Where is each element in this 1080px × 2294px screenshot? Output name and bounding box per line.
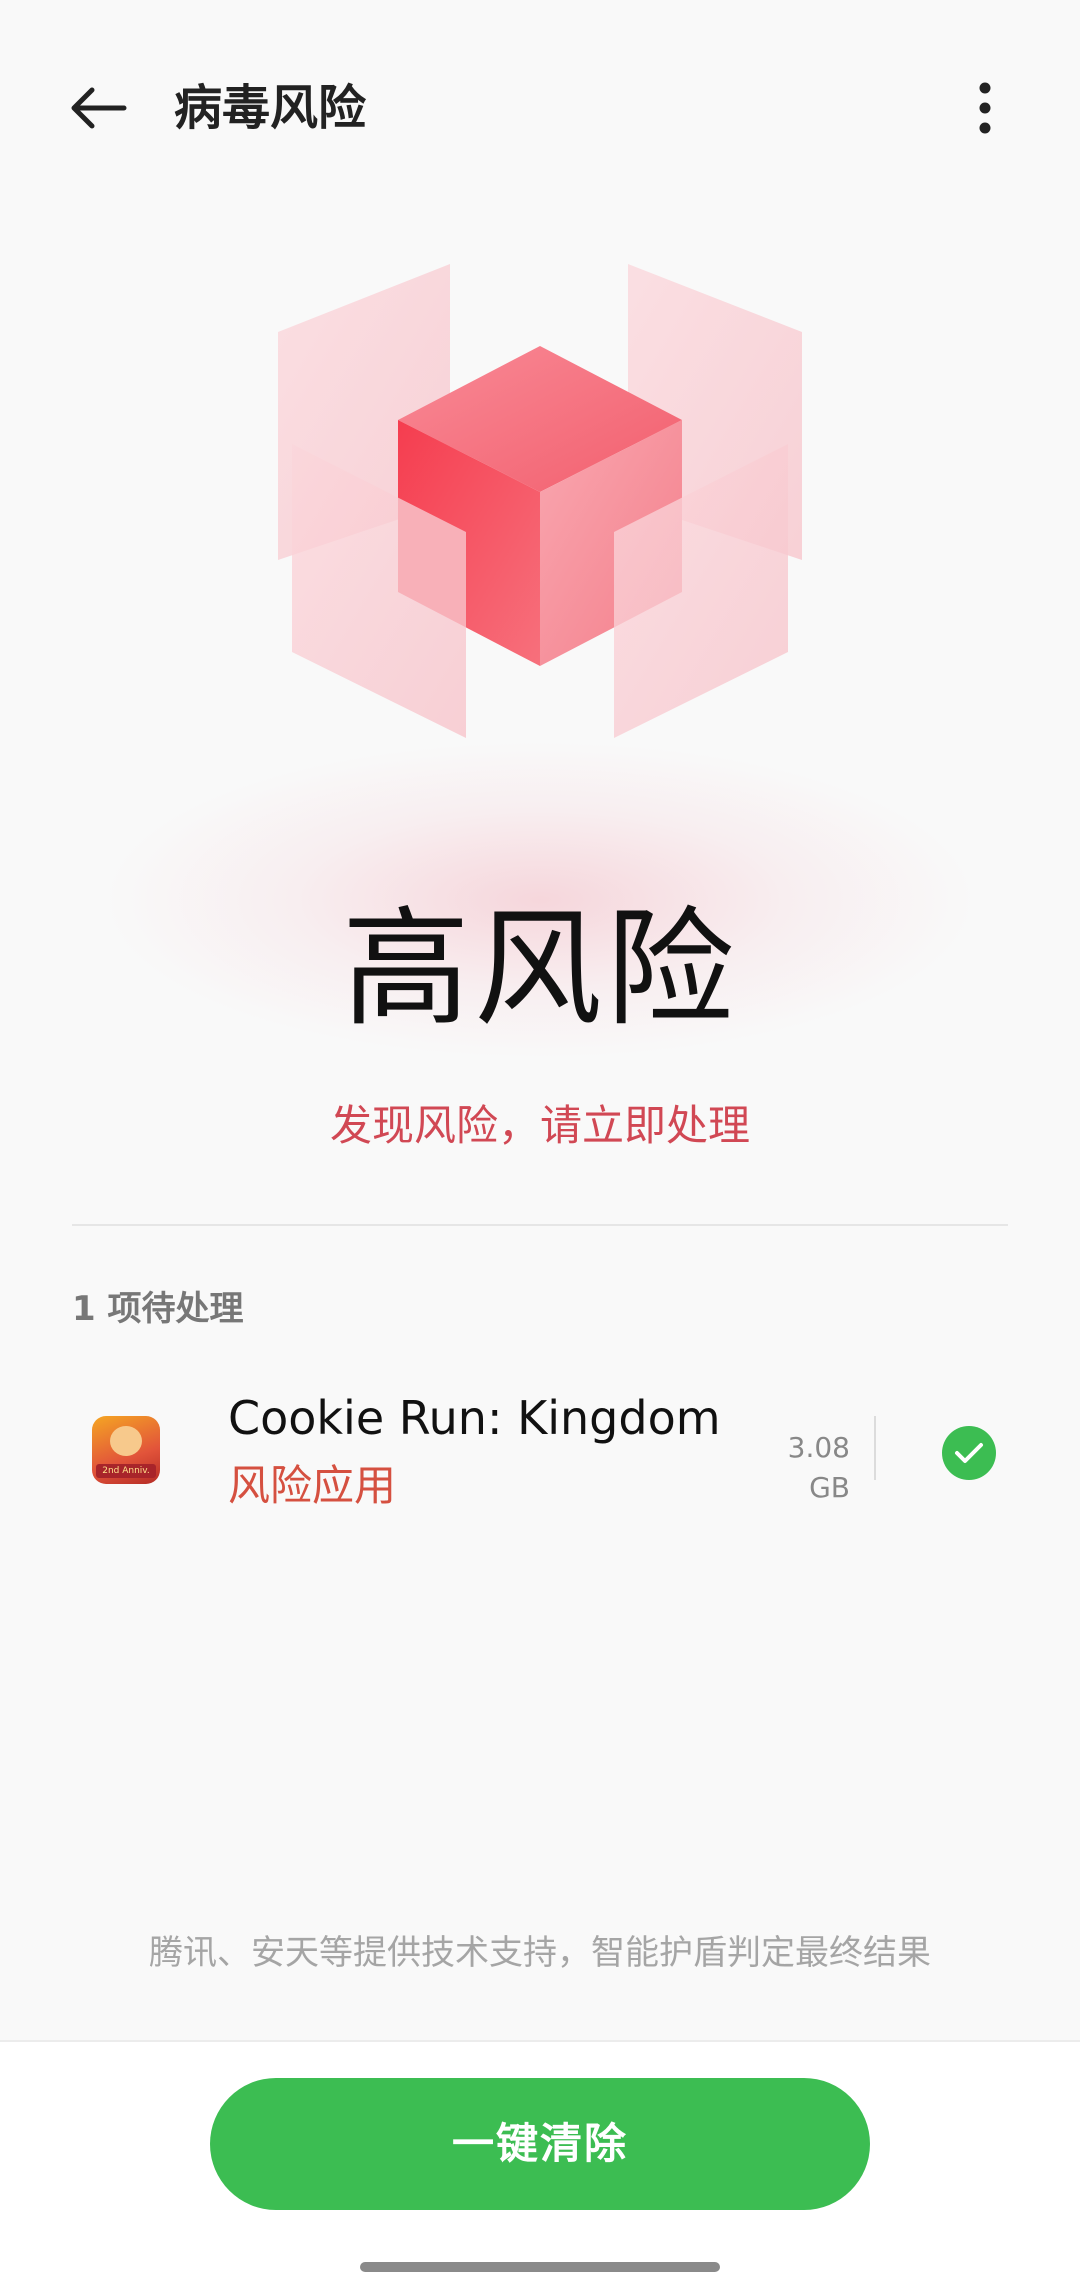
page-title: 病毒风险: [174, 80, 367, 136]
arrow-left-icon: [71, 87, 127, 129]
cookie-run-app-icon: 2nd Anniv.: [92, 1416, 160, 1484]
app-size: 3.08 GB: [787, 1431, 850, 1504]
row-separator: [874, 1416, 876, 1480]
back-button[interactable]: [58, 76, 138, 140]
risk-app-row[interactable]: 2nd Anniv. Cookie Run: Kingdom 风险应用 3.08…: [0, 1370, 1080, 1530]
one-click-clean-button[interactable]: 一键清除: [210, 2078, 870, 2210]
app-icon-badge: 2nd Anniv.: [96, 1464, 156, 1478]
app-risk-tag: 风险应用: [228, 1461, 397, 1510]
pending-count-header: 1 项待处理: [72, 1289, 244, 1329]
more-options-button[interactable]: [955, 76, 1015, 140]
risk-message: 发现风险，请立即处理: [329, 1101, 750, 1150]
section-divider: [72, 1224, 1008, 1226]
risk-cube-illustration: [278, 264, 802, 738]
risk-level-title: 高风险: [341, 895, 738, 1044]
more-vertical-icon: [979, 82, 991, 134]
app-name: Cookie Run: Kingdom: [228, 1391, 721, 1445]
select-checkbox[interactable]: [942, 1426, 996, 1480]
home-indicator[interactable]: [360, 2262, 720, 2272]
check-icon: [955, 1443, 983, 1463]
tech-support-note: 腾讯、安天等提供技术支持，智能护盾判定最终结果: [149, 1933, 931, 1973]
top-bar: 病毒风险: [0, 0, 1080, 220]
